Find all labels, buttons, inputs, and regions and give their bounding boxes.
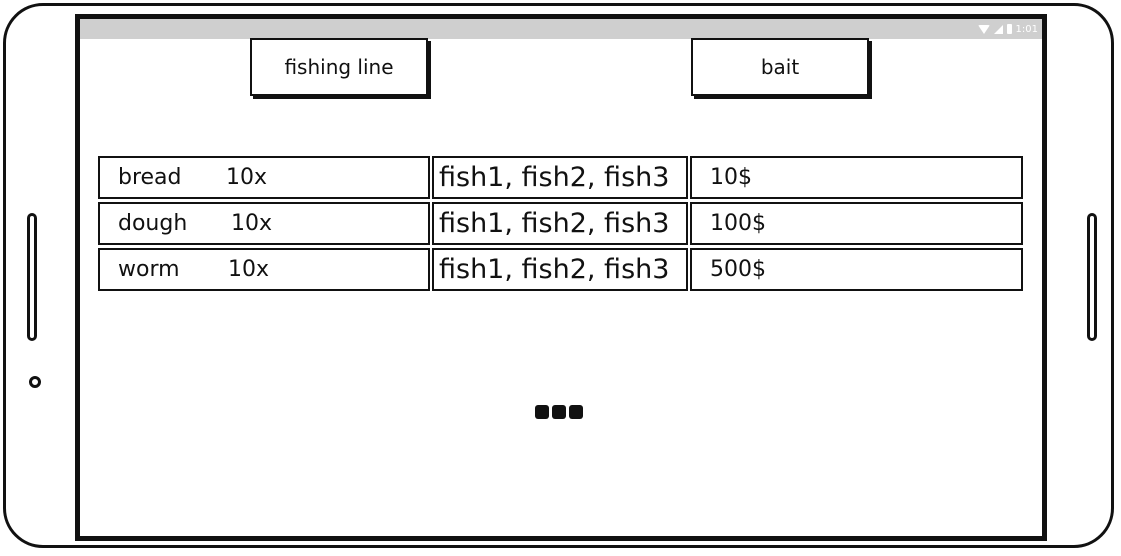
status-icons: 1:01	[977, 22, 1038, 36]
signal-icon	[993, 24, 1003, 34]
price-cell: 100$	[690, 202, 1023, 245]
dot	[552, 405, 566, 419]
price-cell: 500$	[690, 248, 1023, 291]
more-dots-icon[interactable]	[535, 405, 583, 419]
status-time: 1:01	[1015, 23, 1038, 35]
camera-icon	[29, 376, 41, 388]
item-cell: dough 10x	[98, 202, 430, 245]
item-quantity: 10x	[228, 257, 270, 282]
list-item[interactable]: worm 10x fish1, fish2, fish3 500$	[98, 248, 1025, 291]
price-cell: 10$	[690, 156, 1023, 199]
wifi-icon	[977, 24, 990, 34]
screen: 1:01 fishing line bait bread 10x fish1, …	[75, 14, 1047, 541]
item-quantity: 10x	[226, 165, 268, 190]
dot	[569, 405, 583, 419]
power-button	[1087, 213, 1097, 341]
status-bar: 1:01	[80, 19, 1042, 39]
item-name: bread	[118, 165, 182, 190]
battery-icon	[1006, 24, 1012, 34]
volume-button	[27, 213, 37, 341]
tab-bait[interactable]: bait	[691, 38, 869, 96]
item-quantity: 10x	[231, 211, 273, 236]
list-item[interactable]: dough 10x fish1, fish2, fish3 100$	[98, 202, 1025, 245]
list-item[interactable]: bread 10x fish1, fish2, fish3 10$	[98, 156, 1025, 199]
tab-fishing-line[interactable]: fishing line	[250, 38, 428, 96]
fish-cell: fish1, fish2, fish3	[432, 202, 688, 245]
item-name: dough	[118, 211, 188, 236]
fish-cell: fish1, fish2, fish3	[432, 156, 688, 199]
dot	[535, 405, 549, 419]
bait-list: bread 10x fish1, fish2, fish3 10$ dough …	[98, 156, 1025, 294]
fish-cell: fish1, fish2, fish3	[432, 248, 688, 291]
item-name: worm	[118, 257, 180, 282]
item-cell: bread 10x	[98, 156, 430, 199]
item-cell: worm 10x	[98, 248, 430, 291]
